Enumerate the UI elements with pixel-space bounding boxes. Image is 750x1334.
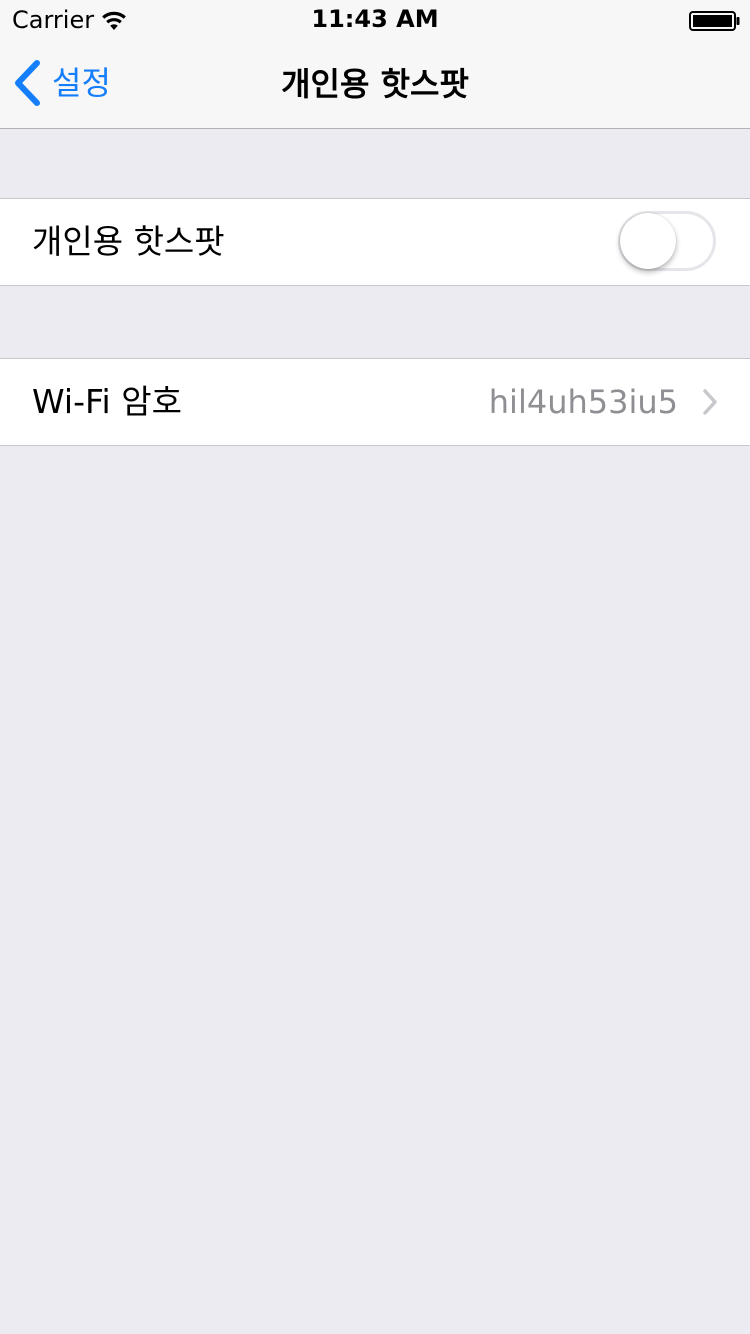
toggle-knob [620,213,676,269]
hotspot-group: 개인용 핫스팟 [0,198,750,286]
navigation-bar: 설정 개인용 핫스팟 [0,40,750,128]
status-time: 11:43 AM [311,5,439,33]
wifi-password-row[interactable]: Wi-Fi 암호 hil4uh53iu5 [0,359,750,445]
back-button[interactable]: 설정 [12,58,111,108]
wifi-password-value: hil4uh53iu5 [488,383,678,421]
hotspot-toggle[interactable] [618,211,716,271]
chevron-left-icon [15,60,40,106]
top-bar: Carrier 11:43 AM 설정 개인용 핫스팟 [0,0,750,129]
wifi-password-group: Wi-Fi 암호 hil4uh53iu5 [0,358,750,446]
back-label: 설정 [52,64,111,102]
battery-icon [689,11,741,31]
page-title: 개인용 핫스팟 [281,65,469,103]
chevron-right-icon [703,389,717,415]
hotspot-label: 개인용 핫스팟 [32,222,225,261]
hotspot-row: 개인용 핫스팟 [0,199,750,285]
wifi-password-label: Wi-Fi 암호 [32,382,182,421]
status-bar: Carrier 11:43 AM [0,0,750,40]
